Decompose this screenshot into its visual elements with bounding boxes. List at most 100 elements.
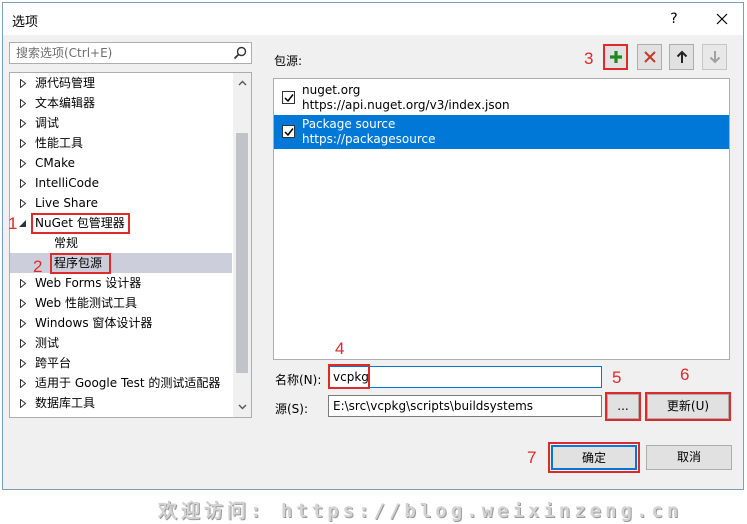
collapsed-triangle-icon[interactable] bbox=[19, 79, 27, 88]
checkmark-icon bbox=[284, 128, 294, 137]
tree-item-label: CMake bbox=[35, 156, 75, 170]
tree-item[interactable]: 常规 bbox=[10, 233, 232, 253]
collapsed-triangle-icon[interactable] bbox=[19, 339, 27, 348]
source-url: https://api.nuget.org/v3/index.json bbox=[302, 98, 510, 112]
arrow-down-icon bbox=[709, 51, 721, 64]
highlight-nuget bbox=[31, 213, 130, 234]
tree-item-label: Web Forms 设计器 bbox=[35, 276, 142, 290]
scroll-down-button[interactable] bbox=[233, 399, 251, 415]
collapsed-triangle-icon[interactable] bbox=[19, 279, 27, 288]
checkmark-icon bbox=[284, 94, 294, 103]
tree-item[interactable]: IntelliCode bbox=[10, 173, 232, 193]
annotation-7: 7 bbox=[527, 448, 537, 467]
name-label: 名称(N): bbox=[275, 373, 322, 387]
source-path-field[interactable] bbox=[328, 395, 602, 417]
tree-item-label: 适用于 Google Test 的测试适配器 bbox=[35, 376, 221, 390]
tree-item-label: Windows 窗体设计器 bbox=[35, 316, 153, 330]
close-icon bbox=[716, 13, 728, 25]
scroll-thumb[interactable] bbox=[236, 133, 248, 373]
tree-item[interactable]: 适用于 Google Test 的测试适配器 bbox=[10, 373, 232, 393]
annotation-2: 2 bbox=[33, 257, 43, 276]
collapsed-triangle-icon[interactable] bbox=[19, 379, 27, 388]
highlight-browse bbox=[605, 392, 641, 421]
annotation-3: 3 bbox=[584, 49, 594, 68]
collapsed-triangle-icon[interactable] bbox=[19, 119, 27, 128]
annotation-6: 6 bbox=[680, 365, 690, 384]
tree-item[interactable]: 跨平台 bbox=[10, 353, 232, 373]
source-item-package-source[interactable]: Package source https://packagesource bbox=[274, 115, 729, 149]
sources-label: 包源: bbox=[274, 54, 303, 68]
source-url: https://packagesource bbox=[302, 132, 436, 146]
source-checkbox[interactable] bbox=[282, 91, 295, 104]
tree-item[interactable]: 数据库工具 bbox=[10, 393, 232, 413]
tree-item-label: IntelliCode bbox=[35, 176, 99, 190]
tree-item-label: 测试 bbox=[35, 336, 60, 350]
tree-item[interactable]: Web Forms 设计器 bbox=[10, 273, 232, 293]
source-label: 源(S): bbox=[275, 402, 309, 416]
source-item-nuget[interactable]: nuget.org https://api.nuget.org/v3/index… bbox=[274, 81, 729, 115]
highlight-name-field bbox=[328, 364, 370, 389]
collapsed-triangle-icon[interactable] bbox=[19, 359, 27, 368]
chevron-down-icon bbox=[238, 404, 246, 410]
highlight-update bbox=[645, 392, 731, 421]
expanded-triangle-icon[interactable] bbox=[19, 219, 27, 228]
collapsed-triangle-icon[interactable] bbox=[19, 299, 27, 308]
chevron-up-icon bbox=[238, 80, 246, 86]
tree-item-label: 跨平台 bbox=[35, 356, 72, 370]
tree-item[interactable]: Live Share bbox=[10, 193, 232, 213]
tree-item[interactable]: 测试 bbox=[10, 333, 232, 353]
cancel-button[interactable]: 取消 bbox=[646, 445, 732, 470]
title-bar: 选项 ? bbox=[3, 3, 743, 35]
source-path-input[interactable] bbox=[329, 396, 601, 416]
close-button[interactable] bbox=[707, 7, 737, 31]
tree-item[interactable]: 源代码管理 bbox=[10, 73, 232, 93]
window-title: 选项 bbox=[12, 15, 39, 30]
tree-item-label: 文本编辑器 bbox=[35, 96, 96, 110]
remove-source-button[interactable] bbox=[637, 44, 662, 70]
tree-item[interactable]: 性能工具 bbox=[10, 133, 232, 153]
collapsed-triangle-icon[interactable] bbox=[19, 399, 27, 408]
watermark: 欢迎访问: https://blog.weixinzeng.cn bbox=[158, 500, 683, 522]
source-name: nuget.org bbox=[302, 83, 361, 97]
tree-item[interactable]: CMake bbox=[10, 153, 232, 173]
tree-item[interactable]: Windows 窗体设计器 bbox=[10, 313, 232, 333]
remove-icon bbox=[644, 51, 656, 63]
collapsed-triangle-icon[interactable] bbox=[19, 139, 27, 148]
collapsed-triangle-icon[interactable] bbox=[19, 99, 27, 108]
annotation-5: 5 bbox=[612, 368, 622, 387]
plus-icon bbox=[610, 51, 622, 63]
tree-item-label: 调试 bbox=[35, 116, 60, 130]
collapsed-triangle-icon[interactable] bbox=[19, 319, 27, 328]
tree-item-label: 源代码管理 bbox=[35, 76, 96, 90]
tree-item[interactable]: Web 性能测试工具 bbox=[10, 293, 232, 313]
highlight-ok bbox=[548, 442, 640, 473]
move-up-button[interactable] bbox=[669, 44, 694, 70]
help-button[interactable]: ? bbox=[659, 7, 689, 31]
move-down-button[interactable] bbox=[702, 44, 727, 70]
tree-scrollbar[interactable] bbox=[233, 73, 251, 417]
tree-item-label: 性能工具 bbox=[35, 136, 84, 150]
tree-item[interactable]: 文本编辑器 bbox=[10, 93, 232, 113]
tree-item-label: Web 性能测试工具 bbox=[35, 296, 137, 310]
tree-item-label: 数据库工具 bbox=[35, 396, 96, 410]
search-icon bbox=[233, 46, 247, 60]
options-tree: 源代码管理文本编辑器调试性能工具 CMake IntelliCode Live Sha… bbox=[9, 72, 252, 418]
add-source-button[interactable] bbox=[603, 44, 628, 70]
search-box[interactable] bbox=[9, 42, 252, 64]
collapsed-triangle-icon[interactable] bbox=[19, 199, 27, 208]
collapsed-triangle-icon[interactable] bbox=[19, 159, 27, 168]
collapsed-triangle-icon[interactable] bbox=[19, 179, 27, 188]
tree-item[interactable]: 调试 bbox=[10, 113, 232, 133]
tree-item[interactable]: 程序包源 bbox=[10, 253, 232, 273]
annotation-1: 1 bbox=[8, 214, 18, 233]
source-checkbox[interactable] bbox=[282, 125, 295, 138]
source-name: Package source bbox=[302, 117, 396, 131]
source-list: nuget.org https://api.nuget.org/v3/index… bbox=[273, 78, 730, 360]
search-input[interactable] bbox=[14, 43, 224, 63]
annotation-4: 4 bbox=[335, 339, 345, 358]
tree-item-label: 常规 bbox=[54, 236, 79, 250]
scroll-up-button[interactable] bbox=[233, 75, 251, 91]
tree-item-label: Live Share bbox=[35, 196, 98, 210]
arrow-up-icon bbox=[676, 50, 688, 63]
highlight-package-sources bbox=[50, 253, 111, 274]
